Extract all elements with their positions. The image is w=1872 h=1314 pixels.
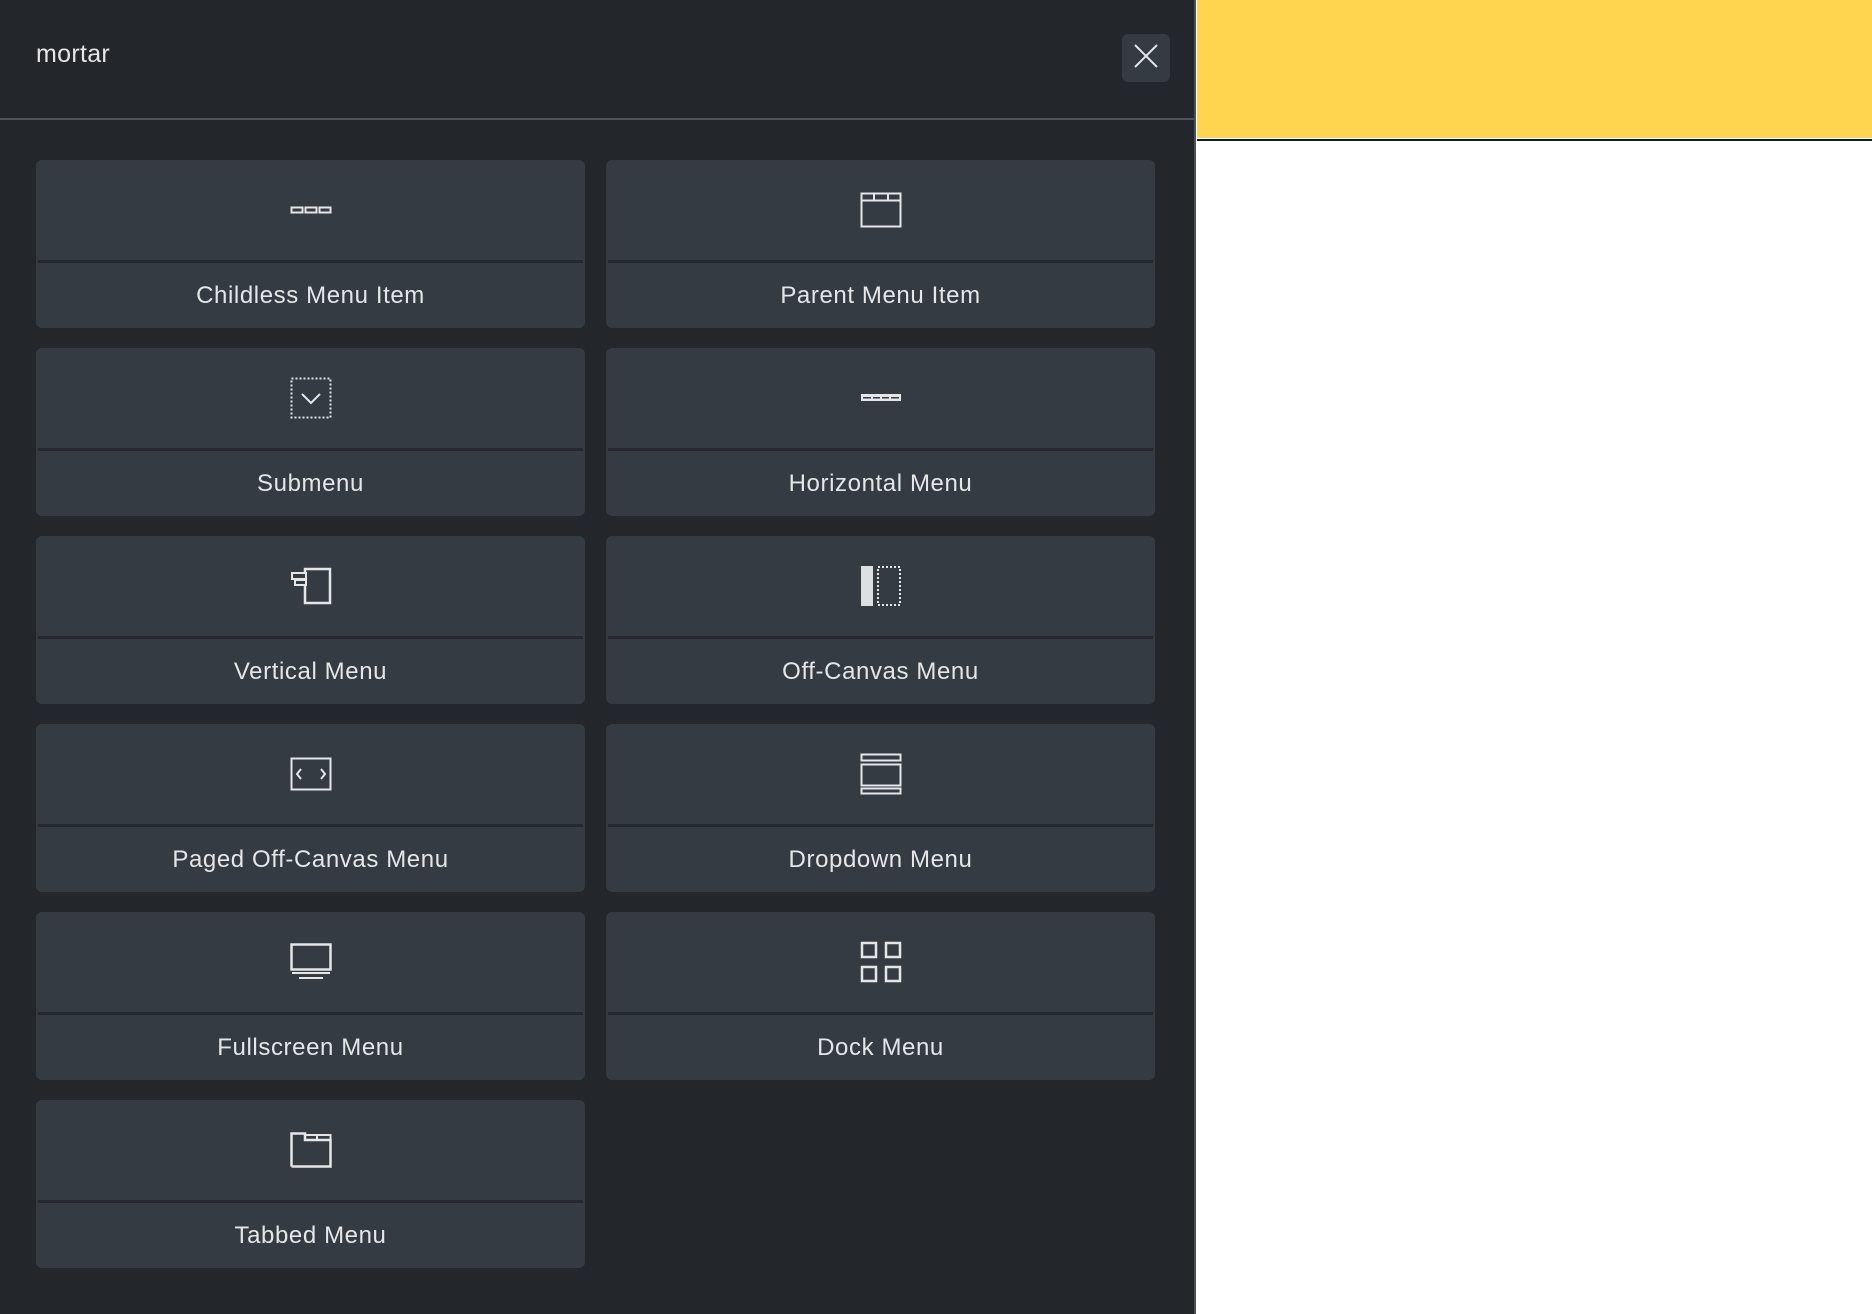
card-label: Fullscreen Menu: [217, 1033, 404, 1061]
card-label: Submenu: [257, 469, 364, 497]
close-icon: [1133, 43, 1159, 74]
element-card-tabbed-menu[interactable]: Tabbed Menu: [36, 1100, 585, 1268]
parent-menu-item-icon: [860, 192, 902, 228]
element-card-parent-menu-item[interactable]: Parent Menu Item: [606, 160, 1155, 328]
element-card-paged-off-canvas-menu[interactable]: Paged Off-Canvas Menu: [36, 724, 585, 892]
element-card-horizontal-menu[interactable]: Horizontal Menu: [606, 348, 1155, 516]
card-label: Parent Menu Item: [780, 281, 981, 309]
card-label: Off-Canvas Menu: [782, 657, 979, 685]
element-card-dropdown-menu[interactable]: Dropdown Menu: [606, 724, 1155, 892]
submenu-icon: [290, 377, 332, 419]
element-card-vertical-menu[interactable]: Vertical Menu: [36, 536, 585, 704]
elements-panel: mortar Childless Menu Item Parent Menu I…: [0, 0, 1196, 1314]
card-label: Tabbed Menu: [234, 1221, 387, 1249]
fullscreen-menu-icon: [289, 943, 332, 981]
element-card-childless-menu-item[interactable]: Childless Menu Item: [36, 160, 585, 328]
page: mortar Childless Menu Item Parent Menu I…: [0, 0, 1872, 1314]
card-label: Dock Menu: [817, 1033, 944, 1061]
canvas-area[interactable]: [1197, 141, 1872, 1314]
dock-menu-icon: [860, 941, 902, 983]
element-card-dock-menu[interactable]: Dock Menu: [606, 912, 1155, 1080]
card-label: Horizontal Menu: [788, 469, 973, 497]
paged-off-canvas-menu-icon: [290, 757, 332, 791]
site-header-bar[interactable]: [1197, 0, 1872, 138]
element-card-submenu[interactable]: Submenu: [36, 348, 585, 516]
horizontal-menu-icon: [860, 393, 902, 403]
element-card-fullscreen-menu[interactable]: Fullscreen Menu: [36, 912, 585, 1080]
element-card-off-canvas-menu[interactable]: Off-Canvas Menu: [606, 536, 1155, 704]
panel-header: mortar: [0, 0, 1194, 120]
close-button[interactable]: [1122, 34, 1170, 82]
tabbed-menu-icon: [289, 1132, 332, 1168]
elements-grid: Childless Menu Item Parent Menu Item Sub…: [36, 160, 1156, 1268]
card-label: Vertical Menu: [233, 657, 388, 685]
card-label: Paged Off-Canvas Menu: [172, 845, 449, 873]
card-label: Dropdown Menu: [788, 845, 973, 873]
off-canvas-menu-icon: [860, 565, 902, 607]
dropdown-menu-icon: [860, 753, 902, 795]
panel-title: mortar: [36, 40, 111, 68]
vertical-menu-icon: [290, 567, 332, 605]
card-label: Childless Menu Item: [196, 281, 425, 309]
childless-menu-item-icon: [290, 204, 332, 216]
